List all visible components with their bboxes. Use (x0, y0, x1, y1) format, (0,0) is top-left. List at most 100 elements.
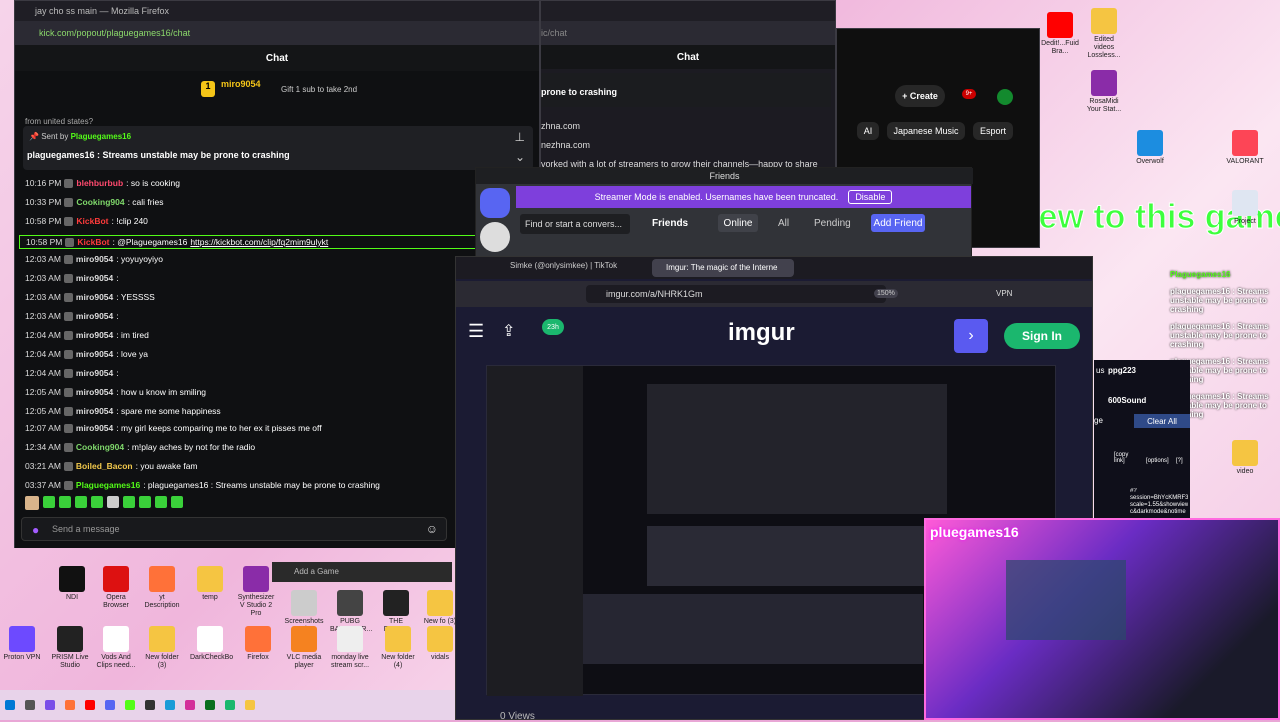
steam-icon[interactable] (165, 700, 175, 710)
folder-icon[interactable] (245, 700, 255, 710)
desktop-icon[interactable]: yt Description (142, 566, 182, 610)
desktop-icon-project[interactable]: Project (1225, 190, 1265, 226)
avatar[interactable] (480, 222, 510, 252)
upload-icon[interactable]: ⇪ (502, 321, 515, 341)
add-friend-button[interactable]: Add Friend (871, 214, 925, 232)
message-username[interactable]: Boiled_Bacon (76, 461, 133, 471)
message-username[interactable]: miro9054 (76, 330, 113, 340)
tab-all[interactable]: All (778, 218, 789, 229)
message-username[interactable]: miro9054 (76, 311, 113, 321)
message-username[interactable]: KickBot (77, 237, 109, 247)
next-button[interactable]: › (954, 319, 988, 353)
discord-logo-icon[interactable] (480, 188, 510, 218)
desktop-icon[interactable]: VLC media player (284, 626, 324, 670)
desktop-icon[interactable]: vidals (420, 626, 460, 662)
desktop-icon[interactable]: DarkCheckBo (190, 626, 233, 662)
search-conversation-input[interactable]: Find or start a convers... (520, 214, 630, 234)
message-username[interactable]: Cooking904 (76, 197, 124, 207)
message-username[interactable]: Cooking904 (76, 442, 124, 452)
options-link[interactable]: [options] (1146, 458, 1169, 464)
taskbar-app-icon[interactable] (45, 700, 55, 710)
tab-imgur[interactable]: Imgur: The magic of the Interne (652, 259, 794, 277)
desktop-icon[interactable]: Firefox (238, 626, 278, 662)
taskbar-app-icon[interactable] (85, 700, 95, 710)
tab-online[interactable]: Online (718, 214, 758, 232)
taskbar-app-icon[interactable] (205, 700, 215, 710)
vpn-button[interactable]: VPN (996, 289, 1012, 298)
message-time: 12:03 AM (25, 292, 61, 302)
message-username[interactable]: miro9054 (76, 349, 113, 359)
message-text: : !clip 240 (111, 216, 148, 226)
desktop-icon-video[interactable]: video (1225, 440, 1265, 476)
message-username[interactable]: miro9054 (76, 292, 113, 302)
help-link[interactable]: [?] (1176, 458, 1183, 464)
desktop-icon-overwolf[interactable]: Overwolf (1130, 130, 1170, 166)
zoom-level[interactable]: 150% (874, 289, 898, 298)
desktop-icon-valorant[interactable]: VALORANT (1225, 130, 1265, 166)
badge-icon (63, 273, 73, 283)
desktop-icon[interactable]: Proton VPN (2, 626, 42, 662)
create-button[interactable]: + Create (895, 85, 945, 107)
taskbar-app-icon[interactable] (185, 700, 195, 710)
desktop-icon[interactable]: New fo (3) (420, 590, 460, 626)
mic-icon: ● (32, 523, 40, 537)
message-text: : @Plaguegames16 (112, 237, 188, 247)
imgur-logo[interactable]: imgur (728, 319, 795, 347)
tab-pending[interactable]: Pending (814, 218, 851, 229)
tab-tiktok[interactable]: Simke (@onlysimkee) | TikTok (510, 261, 650, 270)
disable-button[interactable]: Disable (848, 190, 893, 204)
message-username[interactable]: miro9054 (76, 406, 113, 416)
desktop-icon[interactable]: New folder (4) (378, 626, 418, 670)
pin-icon[interactable]: ⊥ (515, 130, 525, 144)
message-username[interactable]: blehburbub (76, 178, 123, 188)
desktop-icon-rosamidi[interactable]: RosaMidi Your Stat... (1084, 70, 1124, 114)
url-bar[interactable]: kick.com/popout/plaguegames16/chat (15, 21, 539, 45)
message-username[interactable]: KickBot (76, 216, 108, 226)
message-username[interactable]: miro9054 (76, 254, 113, 264)
tab-friends[interactable]: Friends (652, 218, 688, 229)
obs-icon[interactable] (145, 700, 155, 710)
message-username[interactable]: miro9054 (76, 423, 113, 433)
desktop-icon-label: vidals (431, 654, 449, 661)
desktop-icon-edited-videos[interactable]: Edited videos Lossless... (1084, 8, 1124, 60)
windows-start-icon[interactable] (5, 700, 15, 710)
desktop-icon-youtube[interactable]: Dedit!...Fuid Bra... (1040, 12, 1080, 56)
message-link[interactable]: https://kickbot.com/clip/fq2mim9ulykt (190, 237, 328, 247)
message-username[interactable]: Plaguegames16 (76, 480, 140, 490)
send-message-input[interactable]: ● Send a message ☺ (21, 517, 447, 541)
chip-ai[interactable]: AI (857, 122, 879, 140)
desktop-icon[interactable]: temp (190, 566, 230, 602)
copy-link[interactable]: [copy link] (1114, 452, 1140, 464)
desktop-icon[interactable]: Opera Browser (96, 566, 136, 610)
desktop-icon[interactable]: NDI (52, 566, 92, 602)
menu-icon[interactable]: ☰ (468, 321, 484, 342)
desktop-icon[interactable]: monday live stream scr... (330, 626, 370, 670)
firefox-icon[interactable] (65, 700, 75, 710)
sign-in-button[interactable]: Sign In (1004, 323, 1080, 349)
kick-icon[interactable] (125, 700, 135, 710)
chip-esport[interactable]: Esport (973, 122, 1013, 140)
badge-icon (63, 442, 73, 452)
avatar[interactable] (997, 89, 1013, 105)
message-username[interactable]: miro9054 (76, 368, 113, 378)
message-text: : yoyuyoyiyo (116, 254, 164, 264)
chip-japanese-music[interactable]: Japanese Music (887, 122, 965, 140)
desktop-icon[interactable]: PRISM Live Studio (50, 626, 90, 670)
add-game-button[interactable]: Add a Game (272, 562, 452, 582)
discord-icon[interactable] (105, 700, 115, 710)
taskbar-app-icon[interactable] (225, 700, 235, 710)
badge-icon (63, 461, 73, 471)
desktop-icon[interactable]: New folder (3) (142, 626, 182, 670)
message-username[interactable]: miro9054 (76, 273, 113, 283)
emoji-icon[interactable]: ☺ (426, 522, 438, 536)
desktop-icon[interactable]: Synthesizer V Studio 2 Pro (236, 566, 276, 618)
message-text: : spare me some happiness (116, 406, 221, 416)
search-icon[interactable] (25, 700, 35, 710)
desktop-icon-label: New fo (3) (423, 618, 457, 625)
desktop-icon[interactable]: Vods And Clips need... (96, 626, 136, 670)
chevron-down-icon[interactable]: ⌄ (515, 150, 525, 164)
message-username[interactable]: miro9054 (76, 387, 113, 397)
url-input[interactable]: imgur.com/a/NHRK1Gm (586, 285, 886, 303)
message-text: : (116, 368, 119, 378)
clear-all-button[interactable]: Clear All (1134, 414, 1190, 428)
